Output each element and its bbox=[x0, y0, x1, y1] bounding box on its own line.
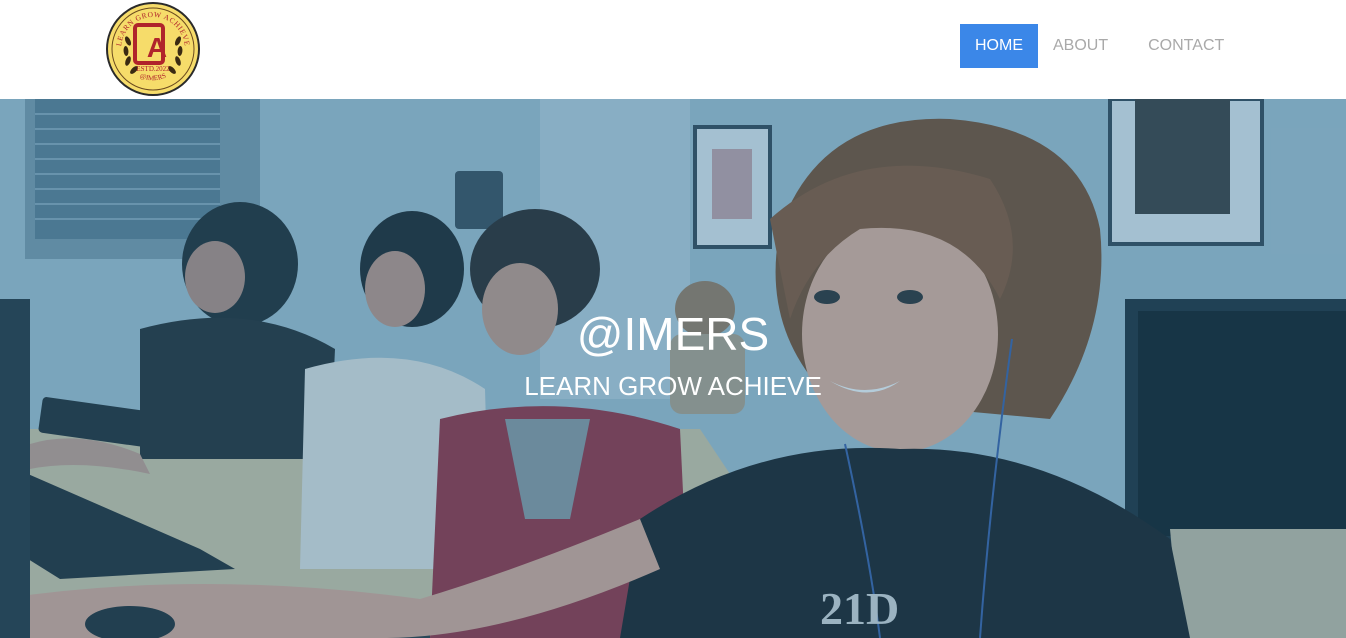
logo-emblem-icon: LEARN GROW ACHIEVE A ESTD.2022 @IMERS bbox=[106, 2, 200, 96]
hero-overlay bbox=[0, 99, 1346, 638]
main-nav: HOME ABOUT CONTACT bbox=[960, 24, 1239, 68]
nav-home[interactable]: HOME bbox=[960, 24, 1038, 68]
nav-about[interactable]: ABOUT bbox=[1038, 24, 1123, 68]
logo-monogram: A bbox=[147, 32, 167, 63]
nav-contact[interactable]: CONTACT bbox=[1133, 24, 1239, 68]
hero-banner: 21D @IMERS LEARN GROW ACHIEVE bbox=[0, 99, 1346, 638]
brand-logo[interactable]: LEARN GROW ACHIEVE A ESTD.2022 @IMERS bbox=[105, 1, 201, 97]
site-header: LEARN GROW ACHIEVE A ESTD.2022 @IMERS HO… bbox=[0, 0, 1346, 99]
hero-title: @IMERS bbox=[576, 308, 770, 360]
hero-subtitle: LEARN GROW ACHIEVE bbox=[524, 371, 822, 401]
logo-established: ESTD.2022 bbox=[136, 65, 170, 73]
